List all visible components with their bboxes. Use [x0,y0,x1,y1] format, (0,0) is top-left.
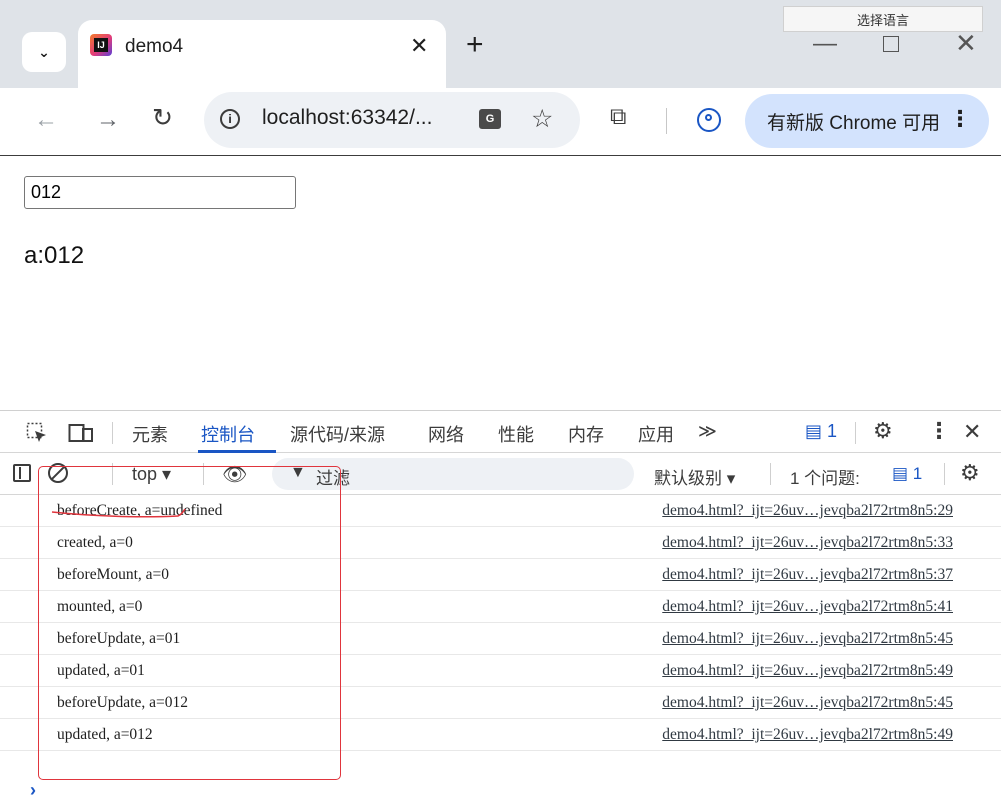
filter-divider [112,463,113,485]
tab-demo4[interactable]: IJ demo4 ✕ [78,20,446,88]
sidebar-toggle-icon[interactable] [13,464,31,482]
log-entry: beforeMount, a=0 demo4.html?_ijt=26uv…je… [0,559,1001,591]
filter-funnel-icon: ▼ [290,464,306,481]
new-tab-plus-icon[interactable]: + [466,30,484,60]
tab-divider [112,422,113,444]
log-source-link[interactable]: demo4.html?_ijt=26uv…jevqba2l72rtm8n5:33 [662,534,953,552]
tab-sources[interactable]: 源代码/来源 [290,421,385,447]
kebab-menu-icon[interactable]: ⋮ [949,106,971,132]
translate-icon[interactable]: G [479,109,501,129]
clear-console-icon[interactable] [48,463,68,483]
settings-gear-icon[interactable]: ⚙ [873,418,893,444]
extensions-puzzle-icon[interactable]: ⧉ [610,105,626,128]
log-message: mounted, a=0 [57,598,143,615]
console-filter-bar: top ▾ 👁 ▼ 过滤 默认级别 ▾ 1 个问题: ▤ 1 ⚙ [0,453,1001,495]
inspect-element-icon[interactable] [26,422,48,444]
log-message: beforeUpdate, a=012 [57,694,188,711]
update-button-label: 有新版 Chrome 可用 [767,112,941,134]
log-message: updated, a=012 [57,726,153,743]
close-devtools-icon[interactable]: ✕ [963,419,981,445]
log-message: updated, a=01 [57,662,145,679]
message-icon: ▤ [892,464,909,483]
log-source-link[interactable]: demo4.html?_ijt=26uv…jevqba2l72rtm8n5:45 [662,630,953,648]
console-settings-gear-icon[interactable]: ⚙ [960,460,980,486]
tab-close-icon[interactable]: ✕ [410,33,428,59]
log-level-select[interactable]: 默认级别 ▾ [654,464,735,489]
log-entry: created, a=0 demo4.html?_ijt=26uv…jevqba… [0,527,1001,559]
console-prompt-caret-icon[interactable]: › [30,780,36,801]
devtools-panel: 元素 控制台 源代码/来源 网络 性能 内存 应用 ≫ ▤ 1 ⚙ ⋮ ✕ to… [0,410,1001,802]
filter-divider [203,463,204,485]
window-minimize-icon[interactable]: — [813,30,837,58]
intellij-favicon-icon: IJ [90,34,112,56]
message-icon: ▤ [805,421,823,441]
log-message: beforeMount, a=0 [57,566,170,583]
context-select[interactable]: top ▾ [132,464,171,485]
toolbar-divider [666,108,667,134]
message-count-badge[interactable]: ▤ 1 [805,421,837,442]
device-toggle-icon[interactable] [68,423,94,443]
log-source-link[interactable]: demo4.html?_ijt=26uv…jevqba2l72rtm8n5:49 [662,662,953,680]
filter-placeholder: 过滤 [316,469,350,488]
tab-performance[interactable]: 性能 [498,421,534,447]
bookmark-star-icon[interactable]: ☆ [531,104,553,134]
log-source-link[interactable]: demo4.html?_ijt=26uv…jevqba2l72rtm8n5:41 [662,598,953,616]
browser-toolbar: ← → ↻ i localhost:63342/... G ☆ ⧉ 有新版 Ch… [0,88,1001,156]
log-entry: beforeUpdate, a=01 demo4.html?_ijt=26uv…… [0,623,1001,655]
log-entry: beforeCreate, a=undefined demo4.html?_ij… [0,495,1001,527]
site-info-icon[interactable]: i [220,109,240,129]
devtools-tab-bar: 元素 控制台 源代码/来源 网络 性能 内存 应用 ≫ ▤ 1 ⚙ ⋮ ✕ [0,411,1001,453]
back-arrow-icon[interactable]: ← [34,108,58,132]
issues-label[interactable]: 1 个问题: [790,464,860,489]
forward-arrow-icon[interactable]: → [96,108,120,132]
tab-memory[interactable]: 内存 [568,421,604,447]
live-expression-eye-icon[interactable]: 👁 [222,462,247,487]
log-entry: mounted, a=0 demo4.html?_ijt=26uv…jevqba… [0,591,1001,623]
language-tooltip: 选择语言 [783,6,983,32]
kebab-menu-icon[interactable]: ⋮ [928,418,950,444]
log-message: beforeCreate, a=undefined [57,502,223,519]
chrome-update-button[interactable]: 有新版 Chrome 可用 ⋮ [745,94,989,148]
chevron-down-icon: ⌄ [38,43,50,60]
filter-divider [944,463,945,485]
window-maximize-icon[interactable] [883,36,899,52]
more-tabs-icon[interactable]: ≫ [698,421,717,442]
log-entry: updated, a=01 demo4.html?_ijt=26uv…jevqb… [0,655,1001,687]
tab-console[interactable]: 控制台 [201,421,255,447]
log-message: beforeUpdate, a=01 [57,630,181,647]
tab-network[interactable]: 网络 [428,421,464,447]
log-source-link[interactable]: demo4.html?_ijt=26uv…jevqba2l72rtm8n5:49 [662,726,953,744]
tab-search-button[interactable]: ⌄ [22,32,66,72]
filter-input[interactable]: ▼ 过滤 [272,458,634,490]
tab-elements[interactable]: 元素 [132,421,168,447]
filter-divider [770,463,771,485]
reload-icon[interactable]: ↻ [152,106,173,131]
log-source-link[interactable]: demo4.html?_ijt=26uv…jevqba2l72rtm8n5:29 [662,502,953,520]
log-source-link[interactable]: demo4.html?_ijt=26uv…jevqba2l72rtm8n5:37 [662,566,953,584]
binding-output-text: a:012 [24,242,85,269]
log-entry: beforeUpdate, a=012 demo4.html?_ijt=26uv… [0,687,1001,719]
log-entry: updated, a=012 demo4.html?_ijt=26uv…jevq… [0,719,1001,751]
tab-divider [855,422,856,444]
window-close-icon[interactable]: ✕ [955,30,977,56]
profile-avatar-icon[interactable] [697,108,721,132]
address-bar[interactable]: i localhost:63342/... G ☆ [204,92,580,148]
log-source-link[interactable]: demo4.html?_ijt=26uv…jevqba2l72rtm8n5:45 [662,694,953,712]
model-text-input[interactable] [24,176,296,209]
tab-title: demo4 [125,36,184,57]
tab-application[interactable]: 应用 [638,421,674,447]
issues-count-badge[interactable]: ▤ 1 [892,464,922,484]
console-log: beforeCreate, a=undefined demo4.html?_ij… [0,495,1001,802]
url-text[interactable]: localhost:63342/... [262,106,432,130]
log-message: created, a=0 [57,534,133,551]
